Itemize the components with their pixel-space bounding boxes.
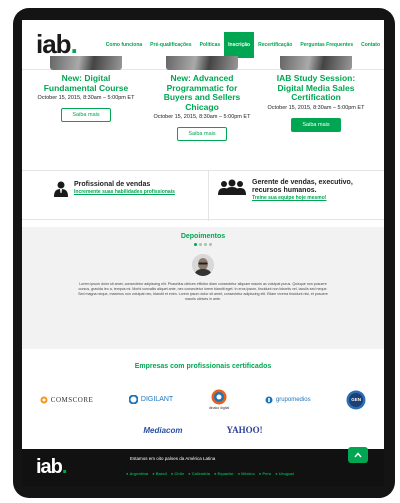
footer-country-link[interactable]: ● Equador [214, 471, 234, 476]
testimonial-avatar [192, 254, 214, 276]
scroll-to-top-button[interactable] [348, 447, 368, 463]
sales-professional-block: Profissional de vendas Incremente suas h… [54, 181, 175, 197]
sales-professional-link[interactable]: Incremente suas habilidades profissionai… [74, 189, 175, 196]
nav-inscricao[interactable]: Inscrição [224, 32, 255, 58]
carousel-dot[interactable] [204, 243, 207, 246]
footer: iab. Estamos em oito países da América L… [22, 449, 384, 486]
event-card: IAB Study Session: Digital Media Sales C… [266, 56, 366, 182]
footer-country-link[interactable]: ● Argentina [126, 471, 148, 476]
group-icon [218, 179, 246, 195]
footer-country-list: ● Argentina ● Brasil ● Chile ● Colômbia … [126, 471, 294, 476]
digilant-logo[interactable]: DIGILANT [128, 395, 173, 404]
comscore-icon [40, 396, 48, 403]
sales-manager-title: Gerente de vendas, executivo, recursos h… [252, 179, 353, 194]
nav-pre-qualificacoes[interactable]: Pré-qualificações [146, 32, 195, 58]
professional-strip: Profissional de vendas Incremente suas h… [22, 170, 384, 221]
testimonial-text: Lorem ipsum dolor sit amet, consectetur … [78, 282, 328, 301]
avatar-portrait [192, 254, 214, 276]
footer-iab-logo[interactable]: iab. [36, 456, 67, 479]
person-icon [54, 181, 68, 197]
event-date: October 15, 2015, 8:30am – 5:00pm ET [37, 95, 135, 101]
saiba-mais-button[interactable]: Saiba mais [177, 127, 227, 141]
event-title: IAB Study Session: Digital Media Sales C… [276, 73, 356, 102]
saiba-mais-button[interactable]: Saiba mais [291, 117, 341, 132]
nav-recertificacao[interactable]: Recertificação [254, 32, 296, 58]
event-date: October 15, 2015, 8:30am – 5:00pm ET [153, 114, 251, 120]
gen-logo[interactable]: GEN [346, 390, 366, 410]
chevron-up-icon [354, 452, 362, 458]
footer-country-link[interactable]: ● Chile [171, 471, 184, 476]
footer-country-link[interactable]: ● Peru [259, 471, 271, 476]
testimonials-section: Depoimentos Lorem ipsum dolor sit amet, … [22, 227, 384, 349]
nav-perguntas-frequentes[interactable]: Perguntas Frequentes [296, 32, 357, 58]
event-image [280, 56, 352, 70]
nav-politicas[interactable]: Políticas [196, 32, 225, 58]
screen: iab. Como funciona Pré-qualificações Pol… [22, 20, 384, 486]
events-section: New: Digital Fundamental Course October … [22, 56, 384, 182]
carousel-dot[interactable] [194, 243, 197, 246]
carousel-dot[interactable] [209, 243, 212, 246]
event-image [166, 56, 238, 70]
testimonials-title: Depoimentos [180, 233, 226, 240]
digilant-icon [128, 395, 138, 404]
event-card: New: Advanced Programmatic for Buyers an… [152, 56, 252, 182]
footer-country-link[interactable]: ● Brasil [152, 471, 167, 476]
sales-professional-title: Profissional de vendas [74, 181, 151, 188]
nav-contato[interactable]: Contato [357, 32, 384, 58]
footer-countries-title: Estamos em oito países da América Latina [130, 456, 216, 461]
nav-como-funciona[interactable]: Como funciona [102, 32, 146, 58]
grupomedios-icon [265, 396, 273, 403]
event-date: October 15, 2015, 8:30am – 5:00pm ET [267, 104, 365, 111]
sales-manager-link[interactable]: Treine sua equipe hoje mesmo! [252, 195, 367, 202]
dinako-logo[interactable]: dinako digital [209, 389, 229, 410]
event-image [50, 56, 122, 70]
saiba-mais-button[interactable]: Saiba mais [61, 108, 111, 122]
carousel-dot[interactable] [199, 243, 202, 246]
strip-divider [208, 171, 209, 221]
dinako-icon [211, 389, 227, 405]
partners-logo-row-2: Mediacom YAHOO! [22, 425, 384, 435]
event-title: New: Digital Fundamental Course [43, 73, 129, 93]
sales-manager-block: Gerente de vendas, executivo, recursos h… [218, 179, 367, 202]
partners-section: Empresas com profissionais certificados … [22, 349, 384, 449]
yahoo-logo[interactable]: YAHOO! [226, 425, 262, 435]
carousel-dots [22, 243, 384, 246]
partners-title: Empresas com profissionais certificados [134, 363, 272, 370]
event-title: New: Advanced Programmatic for Buyers an… [163, 73, 241, 112]
footer-country-link[interactable]: ● Colômbia [188, 471, 210, 476]
comscore-logo[interactable]: COMSCORE [40, 396, 94, 404]
main-nav: Como funciona Pré-qualificações Política… [102, 32, 384, 58]
mediacom-logo[interactable]: Mediacom [143, 426, 182, 435]
footer-country-link[interactable]: ● México [238, 471, 255, 476]
event-card: New: Digital Fundamental Course October … [36, 56, 136, 182]
grupomedios-logo[interactable]: grupomedios [265, 396, 311, 404]
partners-logo-row: COMSCORE DIGILANT dinako digital grupome… [22, 389, 384, 410]
footer-country-link[interactable]: ● Uruguai [275, 471, 294, 476]
